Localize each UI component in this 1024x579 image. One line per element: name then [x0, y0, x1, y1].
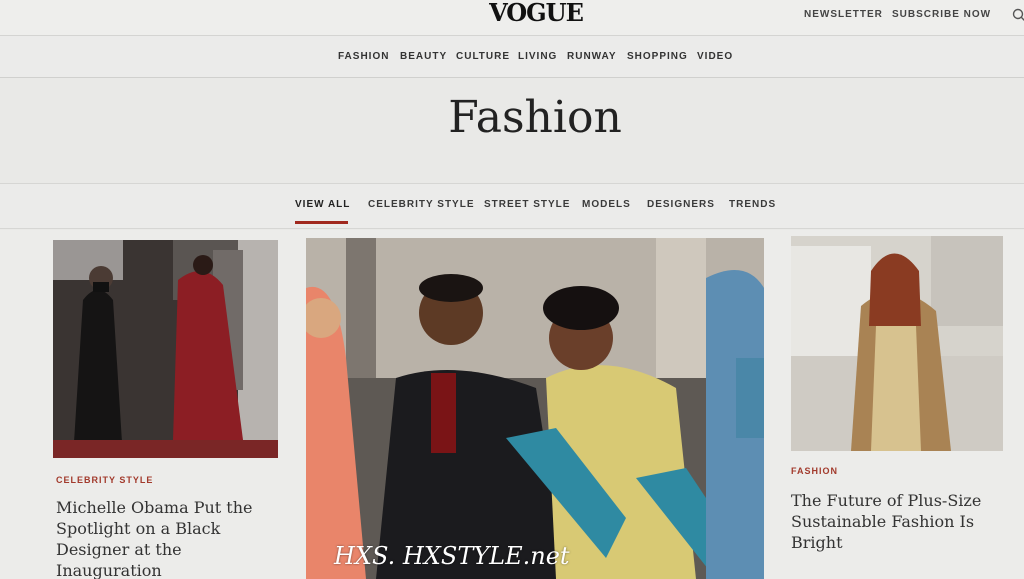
article-headline[interactable]: Michelle Obama Put the Spotlight on a Bl…: [56, 497, 286, 579]
subnav-street-style[interactable]: STREET STYLE: [484, 199, 570, 210]
newsletter-link[interactable]: NEWSLETTER: [804, 9, 883, 20]
subnav-designers[interactable]: DESIGNERS: [647, 199, 715, 210]
search-icon[interactable]: [1012, 8, 1024, 22]
top-bar: VOGUE NEWSLETTER SUBSCRIBE NOW: [0, 0, 1024, 36]
nav-video[interactable]: VIDEO: [697, 51, 733, 62]
main-nav: FASHION BEAUTY CULTURE LIVING RUNWAY SHO…: [0, 36, 1024, 78]
subnav-celebrity-style[interactable]: CELEBRITY STYLE: [368, 199, 475, 210]
nav-living[interactable]: LIVING: [518, 51, 557, 62]
article-headline[interactable]: The Future of Plus-Size Sustainable Fash…: [791, 490, 991, 553]
article-image-plus-size[interactable]: [791, 236, 1003, 451]
vogue-logo[interactable]: VOGUE: [488, 0, 584, 28]
nav-beauty[interactable]: BEAUTY: [400, 51, 447, 62]
article-kicker[interactable]: CELEBRITY STYLE: [56, 475, 153, 485]
page-title: Fashion: [448, 92, 622, 143]
sub-nav: VIEW ALL CELEBRITY STYLE STREET STYLE MO…: [0, 183, 1024, 229]
article-image-inauguration-left[interactable]: [53, 240, 278, 458]
watermark-text: HXS. HXSTYLE.net: [334, 542, 570, 570]
subnav-view-all[interactable]: VIEW ALL: [295, 199, 350, 210]
active-tab-indicator: [295, 221, 348, 224]
article-kicker[interactable]: FASHION: [791, 466, 838, 476]
nav-runway[interactable]: RUNWAY: [567, 51, 617, 62]
nav-fashion[interactable]: FASHION: [338, 51, 389, 62]
article-image-inauguration-center[interactable]: [306, 238, 764, 579]
nav-culture[interactable]: CULTURE: [456, 51, 510, 62]
nav-shopping[interactable]: SHOPPING: [627, 51, 688, 62]
subscribe-link[interactable]: SUBSCRIBE NOW: [892, 9, 991, 20]
subnav-trends[interactable]: TRENDS: [729, 199, 776, 210]
subnav-models[interactable]: MODELS: [582, 199, 631, 210]
